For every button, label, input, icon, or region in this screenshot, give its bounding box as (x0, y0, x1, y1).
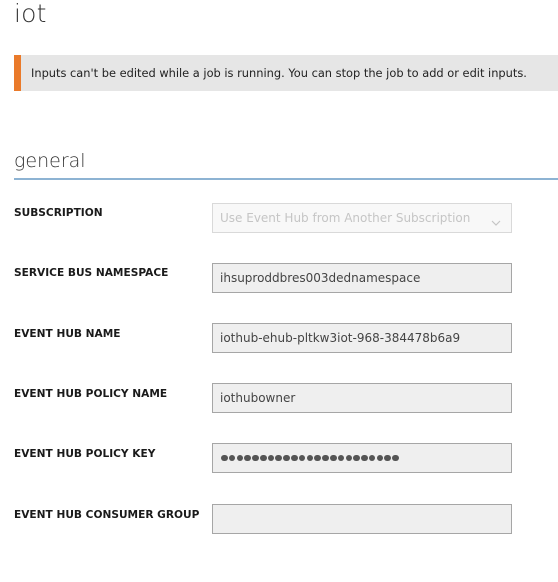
service-bus-namespace-label: SERVICE BUS NAMESPACE (14, 267, 169, 279)
event-hub-policy-key-label: EVENT HUB POLICY KEY (14, 448, 156, 460)
password-mask-dot (244, 454, 251, 462)
notice-accent-bar (14, 55, 21, 91)
password-mask-dot (368, 454, 376, 462)
password-mask-dot (298, 454, 306, 462)
password-mask-dot (228, 454, 236, 462)
notice-message: Inputs can't be edited while a job is ru… (31, 66, 527, 80)
chevron-down-icon (491, 213, 501, 226)
password-mask-dot (267, 454, 275, 462)
section-title: general (14, 150, 86, 172)
password-mask-dot (283, 454, 290, 462)
password-mask-dot (252, 454, 259, 462)
password-mask-dot (322, 454, 329, 462)
password-mask-dot (329, 454, 337, 462)
password-mask-dot (337, 454, 345, 462)
event-hub-name-value: iothub-ehub-pltkw3iot-968-384478b6a9 (220, 331, 461, 345)
subscription-selected-value: Use Event Hub from Another Subscription (220, 211, 471, 225)
event-hub-policy-name-label: EVENT HUB POLICY NAME (14, 388, 168, 400)
password-mask-dot (361, 454, 368, 462)
service-bus-namespace-field[interactable]: ihsuproddbres003dednamespace (212, 263, 512, 293)
password-mask-dot (259, 454, 267, 462)
password-mask-dot (275, 454, 283, 462)
password-mask-dot (221, 454, 228, 462)
event-hub-policy-name-value: iothubowner (220, 391, 296, 405)
event-hub-policy-key-field[interactable] (212, 443, 512, 473)
service-bus-namespace-value: ihsuproddbres003dednamespace (220, 271, 421, 285)
password-mask-dot (236, 454, 244, 462)
password-mask-dot (306, 454, 314, 462)
password-mask-dot (376, 454, 384, 462)
event-hub-consumer-group-field[interactable] (212, 504, 512, 534)
page-title: iot (14, 0, 47, 28)
password-mask-dot (291, 454, 298, 462)
event-hub-policy-name-field[interactable]: iothubowner (212, 383, 512, 413)
event-hub-consumer-group-label: EVENT HUB CONSUMER GROUP (14, 509, 200, 521)
subscription-label: SUBSCRIPTION (14, 207, 103, 219)
password-mask-dot (314, 454, 321, 462)
password-mask-dot (384, 454, 391, 462)
event-hub-name-field[interactable]: iothub-ehub-pltkw3iot-968-384478b6a9 (212, 323, 512, 353)
password-mask-dot (353, 454, 360, 462)
subscription-select[interactable]: Use Event Hub from Another Subscription (212, 203, 512, 233)
password-mask-dot (392, 454, 399, 462)
event-hub-name-label: EVENT HUB NAME (14, 328, 121, 340)
section-divider (14, 178, 558, 180)
password-mask-dot (345, 454, 353, 462)
masked-key-value (221, 451, 399, 465)
read-only-notice: Inputs can't be edited while a job is ru… (14, 55, 558, 91)
